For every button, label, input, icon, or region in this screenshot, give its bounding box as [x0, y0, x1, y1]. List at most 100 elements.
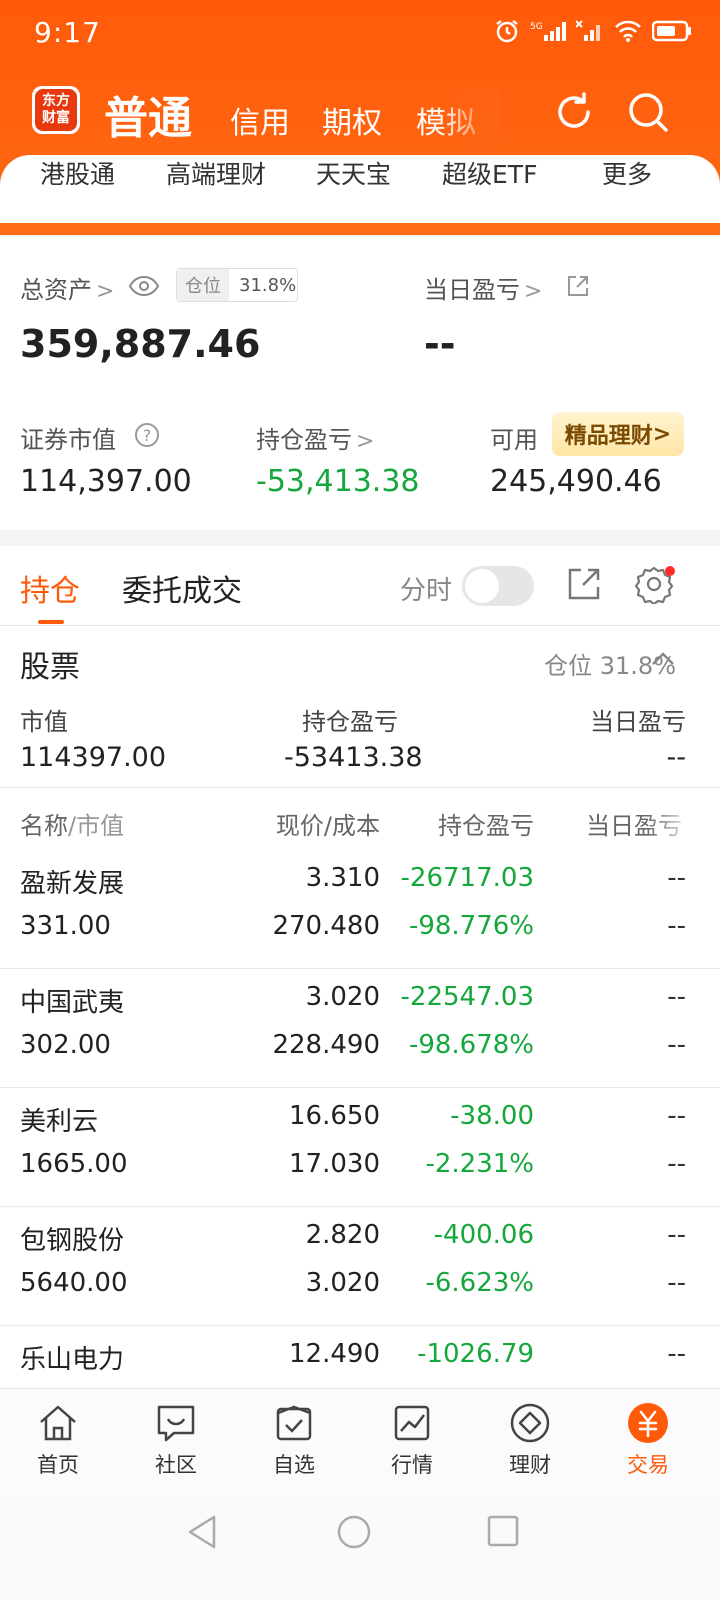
tab-credit[interactable]: 信用: [230, 98, 290, 142]
stock-market-value: 5640.00: [20, 1268, 128, 1298]
holdings-panel: 持仓 委托成交 分时 股票 仓位 31.8% 市值 持仓盈亏 当日盈亏 1143…: [0, 546, 720, 1388]
stock-cost: 3.020: [305, 1268, 380, 1298]
home-circle-icon[interactable]: [336, 1514, 372, 1550]
stock-name: 美利云: [20, 1107, 99, 1137]
col-head-name[interactable]: 名称/市值: [20, 806, 124, 841]
stock-pl: -1026.79: [417, 1339, 534, 1369]
chevron-right-icon: >: [356, 429, 375, 454]
table-row[interactable]: 包钢股份 5640.00 2.820 3.020 -400.06 -6.623%…: [0, 1206, 720, 1325]
holdings-tabs: 持仓 委托成交 分时: [0, 546, 720, 626]
status-time: 9:17: [34, 16, 101, 49]
chart-icon: [394, 1405, 430, 1441]
refresh-icon[interactable]: [550, 88, 598, 136]
stock-price: 12.490: [289, 1339, 380, 1369]
market-value: 114,397.00: [20, 464, 192, 499]
table-row[interactable]: 盈新发展 331.00 3.310 270.480 -26717.03 -98.…: [0, 849, 720, 968]
nav-wealth[interactable]: 理财: [480, 1401, 580, 1479]
help-icon[interactable]: ?: [134, 422, 160, 448]
quick-link-hk-connect[interactable]: 港股通: [40, 155, 115, 191]
home-icon: [40, 1405, 76, 1441]
back-triangle-icon[interactable]: [186, 1514, 218, 1550]
quick-link-super-etf[interactable]: 超级ETF: [442, 155, 537, 191]
col-head-pl[interactable]: 持仓盈亏: [438, 806, 534, 841]
app-logo: 东方 财富: [32, 86, 80, 134]
premium-wealth-button[interactable]: 精品理财 >: [552, 412, 684, 456]
battery-icon: [652, 20, 691, 42]
chevron-right-icon: >: [96, 279, 115, 304]
stock-cost: 270.480: [272, 911, 380, 941]
stock-cost: 17.030: [289, 1149, 380, 1179]
daily-pl-label[interactable]: 当日盈亏 >: [424, 270, 542, 305]
signal-5g-icon: 5G: [530, 22, 566, 41]
col-head-price[interactable]: 现价/成本: [276, 806, 380, 841]
stock-price: 16.650: [289, 1101, 380, 1131]
tab-options[interactable]: 期权: [322, 98, 382, 142]
nav-watchlist[interactable]: 自选: [244, 1401, 344, 1479]
svg-text:?: ?: [143, 426, 152, 445]
market-value-label: 证券市值: [20, 426, 116, 454]
tab-holdings[interactable]: 持仓: [20, 566, 80, 610]
diamond-icon: [510, 1403, 550, 1443]
stock-market-value: 302.00: [20, 1030, 111, 1060]
status-icons: 5G: [494, 18, 692, 44]
stock-pl: -22547.03: [400, 982, 534, 1012]
chevron-right-icon: >: [524, 279, 543, 304]
nav-market[interactable]: 行情: [362, 1401, 462, 1479]
export-icon[interactable]: [566, 566, 602, 602]
share-out-icon[interactable]: [566, 274, 590, 298]
nav-trade[interactable]: 交易: [598, 1401, 698, 1479]
stock-price: 3.310: [305, 863, 380, 893]
chevron-right-icon: >: [652, 421, 672, 447]
daily-pl-value: --: [424, 322, 456, 366]
table-row[interactable]: 乐山电力 12.490 -1026.79 --: [0, 1325, 720, 1388]
available-label: 可用: [490, 426, 538, 454]
summary-mv-value: 114397.00: [20, 742, 167, 773]
holding-pl-label[interactable]: 持仓盈亏 >: [256, 420, 374, 455]
table-row[interactable]: 美利云 1665.00 16.650 17.030 -38.00 -2.231%…: [0, 1087, 720, 1206]
quick-link-tiantianbao[interactable]: 天天宝: [316, 155, 391, 191]
stock-cost: 228.490: [272, 1030, 380, 1060]
system-nav-bar: [0, 1494, 720, 1600]
wifi-icon: [615, 20, 641, 42]
quick-link-more[interactable]: 更多: [602, 155, 652, 191]
stock-name: 包钢股份: [20, 1226, 125, 1256]
stock-price: 2.820: [305, 1220, 380, 1250]
stock-pl: -400.06: [433, 1220, 534, 1250]
stock-market-value: 331.00: [20, 911, 111, 941]
summary-mv-label: 市值: [20, 708, 68, 736]
stock-pl: -38.00: [450, 1101, 534, 1131]
total-assets-label[interactable]: 总资产 >: [20, 270, 114, 305]
stock-name: 盈新发展: [20, 869, 125, 899]
quick-links: 港股通 高端理财 天天宝 超级ETF 更多: [0, 155, 720, 223]
stock-day-pl-pct: --: [667, 911, 686, 941]
stock-price: 3.020: [305, 982, 380, 1012]
quick-link-high-end-wealth[interactable]: 高端理财: [166, 155, 266, 191]
stock-day-pl: --: [667, 1220, 686, 1250]
summary-pl-value: -53413.38: [284, 742, 423, 773]
tab-orders-trades[interactable]: 委托成交: [122, 566, 242, 610]
section-title: 股票: [20, 650, 80, 685]
active-tab-indicator: [38, 620, 64, 624]
recents-square-icon[interactable]: [486, 1514, 520, 1548]
intraday-label: 分时: [400, 576, 453, 606]
eye-icon[interactable]: [128, 274, 160, 298]
chevron-up-icon[interactable]: [650, 648, 676, 670]
nav-community[interactable]: 社区: [126, 1401, 226, 1479]
stock-pl-pct: -98.776%: [408, 911, 534, 941]
stock-day-pl-pct: --: [667, 1030, 686, 1060]
stock-pl: -26717.03: [400, 863, 534, 893]
nav-home[interactable]: 首页: [8, 1401, 108, 1479]
tab-normal[interactable]: 普通: [104, 82, 192, 146]
table-row[interactable]: 中国武夷 302.00 3.020 228.490 -22547.03 -98.…: [0, 968, 720, 1087]
stock-pl-pct: -2.231%: [425, 1149, 534, 1179]
account-type-nav: 东方 财富 普通 信用 期权 模拟: [0, 78, 720, 158]
stock-market-value: 1665.00: [20, 1149, 128, 1179]
search-icon[interactable]: [624, 88, 672, 136]
stock-day-pl-pct: --: [667, 1149, 686, 1179]
column-scroll-fade: [646, 801, 696, 841]
signal-no-sim-icon: [576, 20, 600, 41]
intraday-toggle[interactable]: [462, 566, 534, 606]
stock-pl-pct: -6.623%: [425, 1268, 534, 1298]
stock-day-pl: --: [667, 863, 686, 893]
divider: [0, 787, 720, 788]
